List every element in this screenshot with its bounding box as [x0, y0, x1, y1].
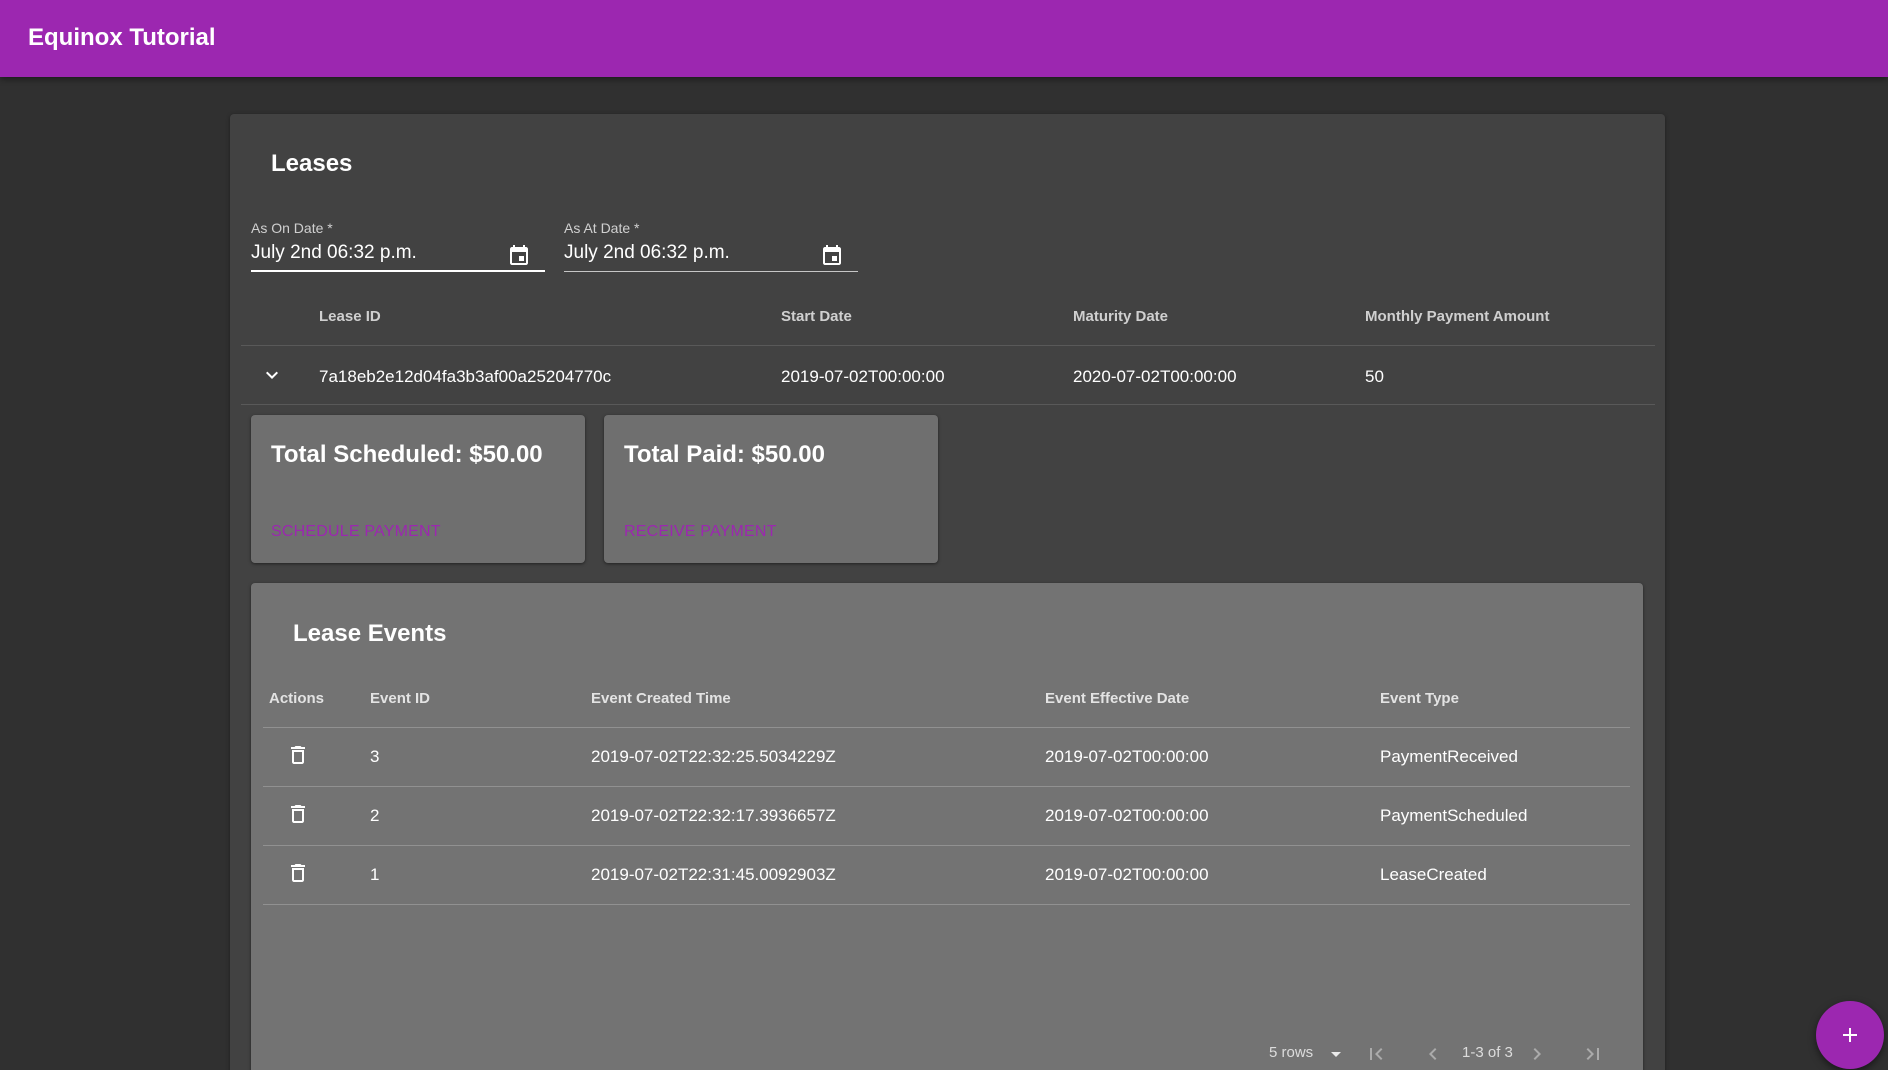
column-header-maturity-date[interactable]: Maturity Date — [1073, 308, 1168, 325]
as-on-date-label: As On Date * — [251, 220, 333, 236]
page-title: Leases — [271, 150, 353, 177]
lease-events-panel: Lease Events Actions Event ID Event Crea… — [251, 583, 1643, 1070]
rows-per-page-select[interactable]: 5 rows — [1269, 1044, 1313, 1061]
as-on-date-underline — [251, 270, 545, 272]
total-scheduled-title: Total Scheduled: $50.00 — [271, 441, 543, 468]
app-title: Equinox Tutorial — [28, 24, 216, 51]
column-header-monthly-payment[interactable]: Monthly Payment Amount — [1365, 308, 1549, 325]
column-header-actions: Actions — [269, 690, 325, 707]
event-created-cell: 2019-07-02T22:32:17.3936657Z — [591, 806, 836, 825]
event-created-cell: 2019-07-02T22:31:45.0092903Z — [591, 865, 836, 884]
event-type-cell: PaymentScheduled — [1380, 806, 1528, 825]
as-at-date-label: As At Date * — [564, 220, 640, 236]
total-paid-card: Total Paid: $50.00 Receive Payment — [604, 415, 938, 563]
table-divider — [241, 404, 1655, 405]
event-id-cell: 3 — [370, 747, 380, 766]
calendar-icon[interactable] — [507, 244, 531, 268]
lease-events-title: Lease Events — [293, 620, 447, 647]
lease-id-cell: 7a18eb2e12d04fa3b3af00a25204770c — [319, 367, 612, 386]
as-at-date-field[interactable]: As At Date * July 2nd 06:32 p.m. — [564, 220, 858, 272]
last-page-icon[interactable] — [1581, 1042, 1605, 1066]
schedule-payment-button[interactable]: Schedule Payment — [271, 523, 441, 541]
table-divider — [263, 727, 1630, 728]
maturity-date-cell: 2020-07-02T00:00:00 — [1073, 367, 1237, 386]
column-header-lease-id[interactable]: Lease ID — [319, 308, 381, 325]
chevron-right-icon[interactable] — [1525, 1042, 1549, 1066]
column-header-start-date[interactable]: Start Date — [781, 308, 852, 325]
first-page-icon[interactable] — [1364, 1042, 1388, 1066]
as-on-date-value[interactable]: July 2nd 06:32 p.m. — [251, 242, 417, 264]
event-effective-cell: 2019-07-02T00:00:00 — [1045, 806, 1209, 825]
event-type-cell: PaymentReceived — [1380, 747, 1518, 766]
receive-payment-button[interactable]: Receive Payment — [624, 523, 777, 541]
event-id-cell: 2 — [370, 806, 380, 825]
table-divider — [263, 904, 1630, 905]
leases-panel: Leases As On Date * July 2nd 06:32 p.m. … — [230, 114, 1665, 1070]
event-created-cell: 2019-07-02T22:32:25.5034229Z — [591, 747, 836, 766]
plus-icon — [1843, 1028, 1857, 1042]
table-divider — [263, 845, 1630, 846]
monthly-payment-cell: 50 — [1365, 367, 1384, 386]
column-header-event-id[interactable]: Event ID — [370, 690, 430, 707]
trash-icon[interactable] — [286, 743, 310, 767]
trash-icon[interactable] — [286, 861, 310, 885]
table-divider — [241, 345, 1655, 346]
trash-icon[interactable] — [286, 802, 310, 826]
event-effective-cell: 2019-07-02T00:00:00 — [1045, 865, 1209, 884]
calendar-icon[interactable] — [820, 244, 844, 268]
chevron-left-icon[interactable] — [1421, 1042, 1445, 1066]
chevron-down-icon[interactable] — [260, 363, 284, 387]
start-date-cell: 2019-07-02T00:00:00 — [781, 367, 945, 386]
as-at-date-value[interactable]: July 2nd 06:32 p.m. — [564, 242, 730, 264]
total-paid-title: Total Paid: $50.00 — [624, 441, 825, 468]
event-effective-cell: 2019-07-02T00:00:00 — [1045, 747, 1209, 766]
as-at-date-underline — [564, 271, 858, 272]
as-on-date-field[interactable]: As On Date * July 2nd 06:32 p.m. — [251, 220, 545, 272]
pagination-range: 1-3 of 3 — [1462, 1044, 1513, 1061]
column-header-event-created-time[interactable]: Event Created Time — [591, 690, 731, 707]
app-bar: Equinox Tutorial — [0, 0, 1888, 77]
event-type-cell: LeaseCreated — [1380, 865, 1487, 884]
event-id-cell: 1 — [370, 865, 380, 884]
add-lease-button[interactable] — [1816, 1001, 1884, 1069]
column-header-event-type[interactable]: Event Type — [1380, 690, 1459, 707]
column-header-event-effective-date[interactable]: Event Effective Date — [1045, 690, 1189, 707]
table-divider — [263, 786, 1630, 787]
chevron-down-icon[interactable] — [1324, 1042, 1348, 1066]
total-scheduled-card: Total Scheduled: $50.00 Schedule Payment — [251, 415, 585, 563]
